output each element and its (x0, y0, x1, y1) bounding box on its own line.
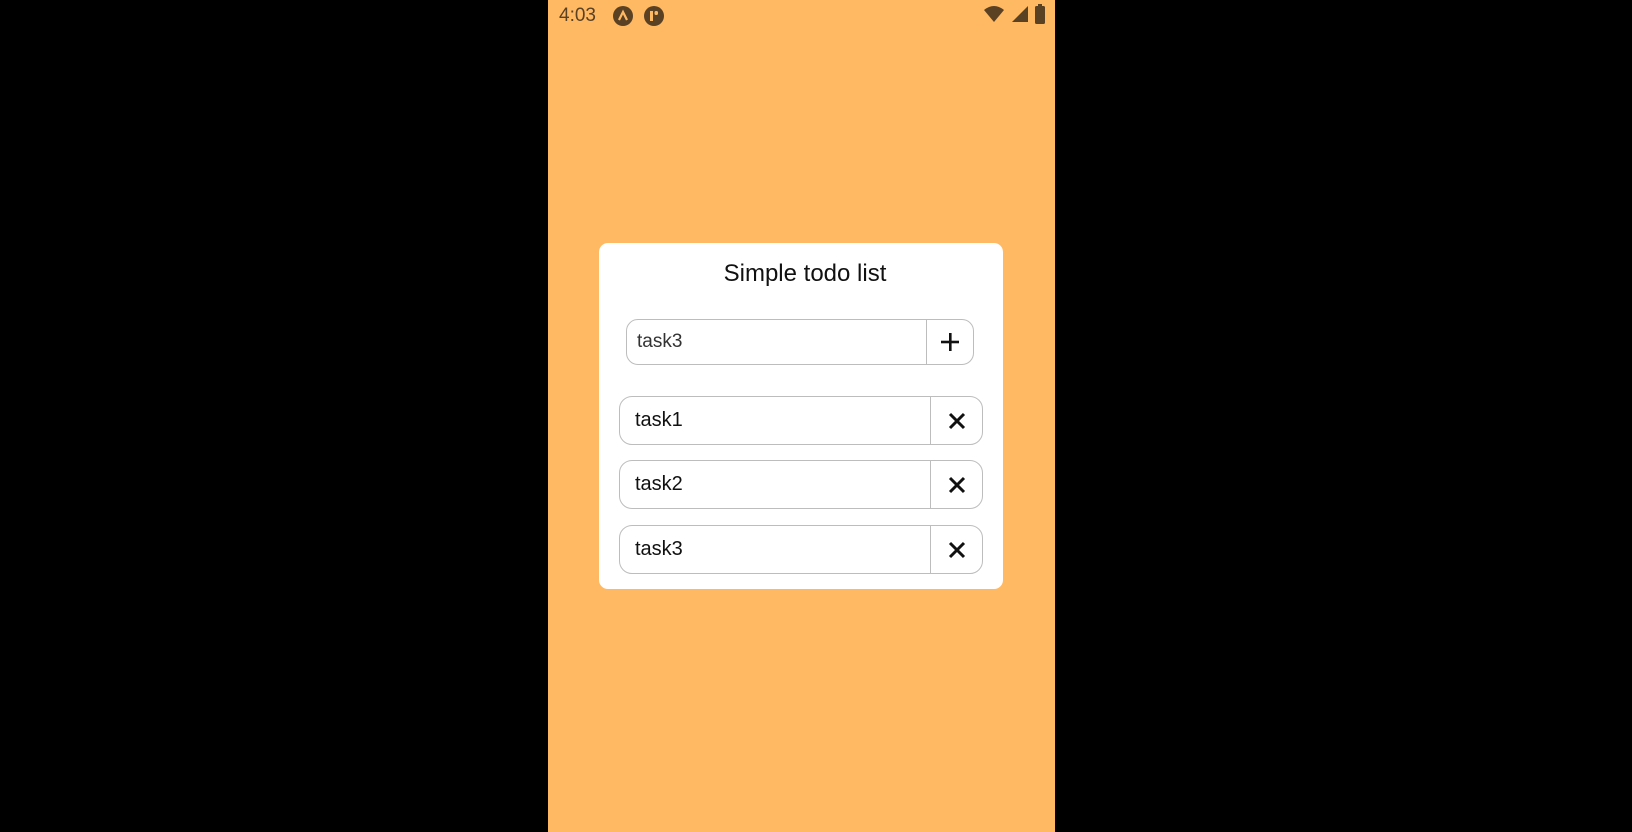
battery-icon (1035, 3, 1045, 29)
delete-task-button[interactable] (930, 526, 982, 573)
page-title: Simple todo list (723, 260, 887, 287)
task-label: task1 (635, 409, 683, 431)
task-label: task3 (635, 538, 683, 560)
list-item: task1 (619, 396, 983, 445)
new-task-row (626, 319, 974, 365)
close-icon (948, 541, 965, 558)
plus-icon (941, 333, 959, 351)
task-label: task2 (635, 473, 683, 495)
list-item: task2 (619, 460, 983, 509)
app-r-icon (644, 6, 664, 26)
delete-task-button[interactable] (930, 461, 982, 508)
list-item: task3 (619, 525, 983, 574)
new-task-input[interactable] (627, 320, 926, 364)
delete-task-button[interactable] (930, 397, 982, 444)
app-a-icon (613, 6, 633, 26)
add-task-button[interactable] (926, 320, 973, 364)
todo-card: Simple todo list task1 task2 (599, 243, 1003, 589)
close-icon (948, 412, 965, 429)
wifi-icon (983, 5, 1005, 28)
status-bar: 4:03 (548, 0, 1055, 32)
cellular-signal-icon (1011, 5, 1029, 28)
phone-screen: 4:03 Simple todo list task3 task1 task2 … (548, 0, 1055, 832)
status-time: 4:03 (559, 5, 596, 26)
close-icon (948, 476, 965, 493)
